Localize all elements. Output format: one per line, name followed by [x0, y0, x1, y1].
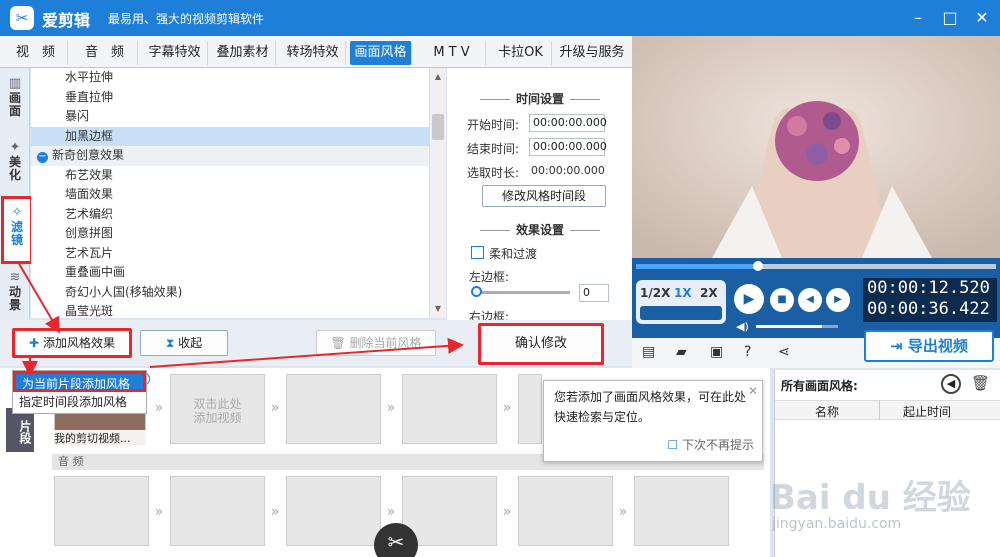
- annotation-arrows: [17, 261, 464, 377]
- annotation-arrow: [149, 337, 464, 368]
- annotation-arrow: [17, 261, 61, 334]
